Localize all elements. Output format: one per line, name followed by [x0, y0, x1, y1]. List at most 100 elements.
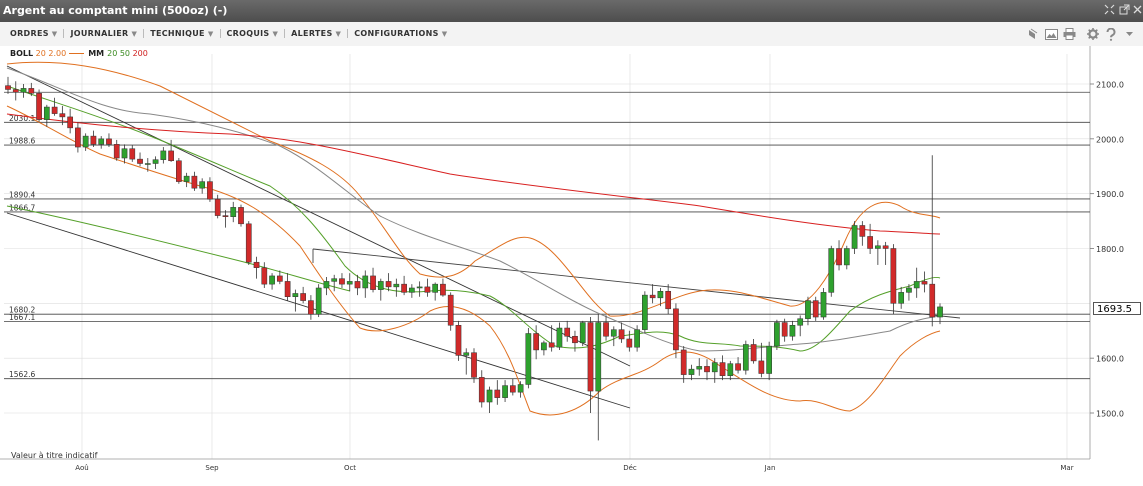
candle-body-down: [129, 148, 136, 160]
candle-body-down: [781, 322, 788, 337]
candle-body-up: [906, 287, 912, 293]
candle-body-down: [245, 223, 252, 263]
candle-body-down: [168, 150, 174, 162]
candle-body-up: [416, 286, 423, 289]
expand-icon[interactable]: [1104, 4, 1115, 18]
candle-body-down: [478, 377, 485, 403]
dropdown-icon[interactable]: [1121, 26, 1137, 42]
candle-body-down: [812, 300, 819, 318]
candle-body-down: [921, 281, 928, 285]
candle-body-down: [680, 349, 687, 375]
menu-ordres[interactable]: ORDRES ▼: [4, 29, 65, 38]
candle-body-down: [51, 106, 58, 114]
window-titlebar: Argent au comptant mini (500oz) (-): [0, 0, 1143, 22]
candle-body-down: [494, 389, 501, 398]
menu-croquis[interactable]: CROQUIS ▼: [221, 29, 286, 38]
candle-body-up: [230, 207, 237, 217]
candle-body-down: [735, 363, 741, 371]
candle: [812, 296, 819, 321]
menu-technique[interactable]: TECHNIQUE ▼: [144, 29, 221, 38]
legend-mm-200: 200: [132, 49, 148, 58]
candle-body-down: [75, 127, 81, 148]
candle-body-down: [308, 300, 314, 315]
candle: [176, 158, 182, 184]
image-icon[interactable]: [1043, 26, 1059, 42]
candle-body-up: [121, 148, 128, 159]
candle-body-up: [323, 281, 330, 289]
candle-body-down: [370, 275, 376, 290]
candle-body-down: [890, 248, 897, 304]
candle: [828, 245, 835, 297]
candle: [742, 340, 749, 375]
candle-body-up: [362, 275, 369, 289]
menu-journalier[interactable]: JOURNALIER ▼: [64, 29, 145, 38]
chart-legend: BOLL 20 2.00 MM 20 50 200: [10, 49, 148, 58]
y-tick-label: 2100.0: [1096, 81, 1124, 90]
help-icon[interactable]: [1103, 26, 1119, 42]
candle-body-down: [603, 322, 609, 337]
candle-body-down: [882, 245, 889, 249]
candle-body-up: [797, 318, 804, 326]
caret-down-icon: ▼: [272, 30, 279, 38]
gear-icon[interactable]: [1085, 26, 1101, 42]
candle-body-down: [626, 338, 633, 348]
candle-body-up: [486, 389, 493, 403]
candle-body-down: [929, 283, 936, 318]
menu-configurations[interactable]: CONFIGURATIONS ▼: [348, 29, 453, 38]
candle-body-down: [207, 181, 213, 200]
candle-body-up: [183, 175, 190, 182]
x-tick-label: Jan: [764, 464, 776, 472]
legend-mm-label: MM: [88, 49, 105, 58]
candle: [820, 287, 827, 320]
menu-alertes[interactable]: ALERTES ▼: [285, 29, 349, 38]
x-tick-label: Déc: [623, 464, 637, 472]
menu-label: ORDRES: [10, 29, 49, 38]
candle-body-down: [5, 85, 11, 90]
candle-body-down: [572, 335, 578, 344]
candle-body-up: [556, 327, 563, 348]
price-chart[interactable]: 2030.1 1988.6 1890.4 1866.7 1680.2 1667.1 1562…: [0, 46, 1143, 482]
candle-body-down: [618, 329, 625, 340]
candle-body-up: [82, 135, 89, 148]
candle-body-up: [742, 344, 749, 371]
candle-body-down: [253, 261, 260, 268]
candle-body-up: [377, 281, 384, 290]
print-icon[interactable]: [1061, 26, 1077, 42]
y-tick-label: 2000.0: [1096, 135, 1124, 144]
candle-body-up: [525, 333, 532, 385]
indicative-value-note: Valeur à titre indicatif: [11, 451, 98, 460]
candle-body-up: [160, 150, 167, 160]
candle-body-up: [98, 138, 105, 145]
candle-body-down: [587, 322, 594, 392]
candle-body-up: [152, 159, 159, 164]
candle: [455, 320, 462, 361]
candle-body-down: [665, 291, 672, 310]
legend-boll-params: 20 2.00: [35, 49, 67, 58]
close-icon[interactable]: [1133, 4, 1142, 18]
candle-body-up: [331, 278, 338, 282]
candle-body-down: [401, 283, 407, 293]
candle-body-down: [276, 275, 283, 282]
candle-body-up: [346, 281, 353, 285]
candle-body-down: [859, 225, 866, 237]
candle-body-up: [711, 362, 718, 373]
candle-body-down: [564, 327, 571, 337]
candle-body-down: [113, 144, 120, 159]
candle-body-down: [867, 236, 873, 249]
candle-body-up: [766, 345, 772, 374]
caret-down-icon: ▼: [51, 30, 58, 38]
candle-body-down: [424, 286, 431, 293]
toolbar: ORDRES ▼ JOURNALIER ▼ TECHNIQUE ▼ CROQUIS ▼ …: [0, 22, 1143, 47]
legend-boll-label: BOLL: [10, 49, 34, 58]
menu-bar: ORDRES ▼ JOURNALIER ▼ TECHNIQUE ▼ CROQUIS ▼ …: [4, 29, 453, 38]
candle-body-up: [144, 163, 151, 165]
candle: [525, 328, 532, 389]
candle-body-up: [269, 275, 275, 285]
candle-body-up: [937, 306, 943, 318]
candle-body-down: [649, 294, 656, 299]
layers-icon[interactable]: [1025, 26, 1041, 42]
popout-icon[interactable]: [1119, 4, 1130, 18]
candle-body-up: [463, 352, 470, 356]
candle-body-up: [913, 281, 920, 289]
level-label: 1667.1: [9, 313, 35, 322]
